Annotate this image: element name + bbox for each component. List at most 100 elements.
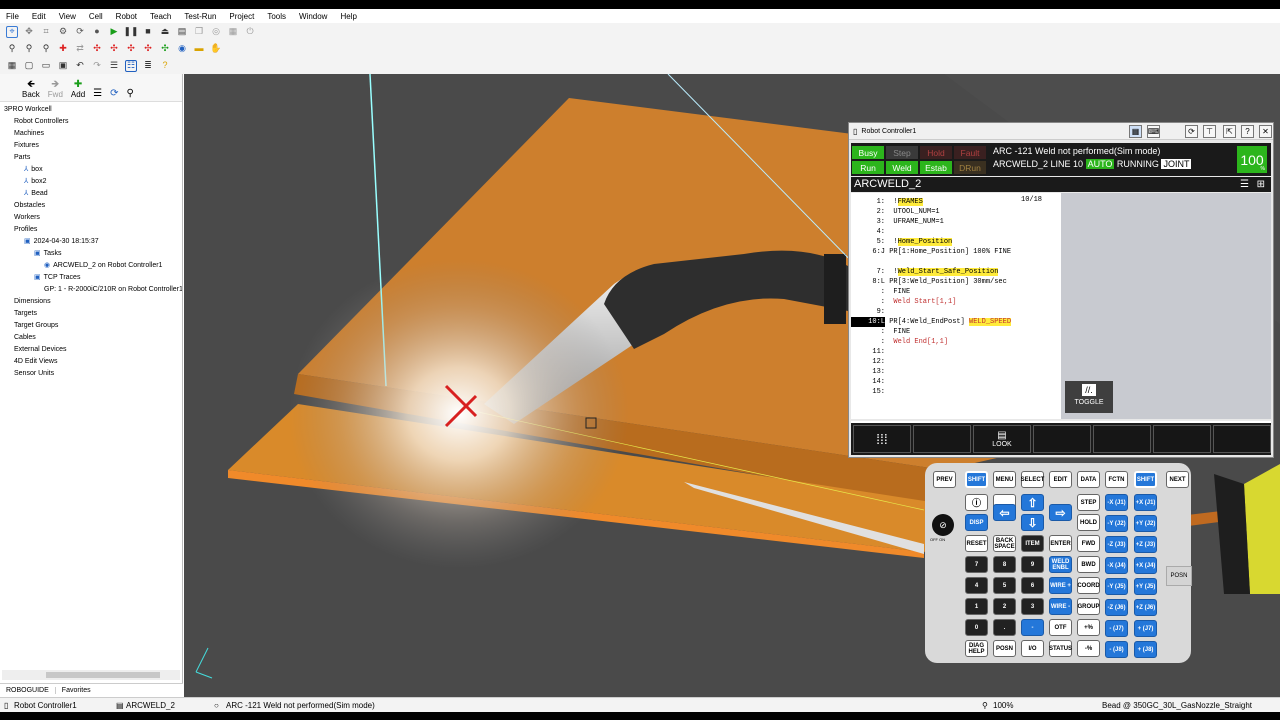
key-jog-zp[interactable]: +Z (J3)	[1134, 536, 1157, 553]
menu-item-help[interactable]: Help	[340, 12, 356, 21]
popout-button[interactable]: ⇱	[1223, 125, 1236, 138]
key-n9[interactable]: 9	[1021, 556, 1044, 573]
select-icon[interactable]: ⌖	[6, 25, 18, 38]
f-key-5[interactable]	[1153, 425, 1211, 453]
help-icon[interactable]: ?	[159, 60, 171, 72]
key-otf[interactable]: OTF	[1049, 619, 1072, 636]
key-backspace[interactable]: BACK SPACE	[993, 535, 1016, 552]
key-posn[interactable]: POSN	[993, 640, 1016, 657]
hand-icon[interactable]: ✋	[210, 43, 222, 55]
program-line-row[interactable]: 3: UFRAME_NUM=1	[851, 217, 944, 227]
key-jog-zm[interactable]: -Z (J3)	[1105, 536, 1128, 553]
tree-item[interactable]: Profiles	[0, 224, 182, 236]
key-jog-ym[interactable]: -Y (J2)	[1105, 515, 1128, 532]
tree-item[interactable]: External Devices	[0, 344, 182, 356]
key-bwd[interactable]: BWD	[1077, 556, 1100, 573]
key-n0[interactable]: 0	[965, 619, 988, 636]
pendant-view-button[interactable]: ▦	[1129, 125, 1142, 138]
undo-icon[interactable]: ↶	[74, 60, 86, 72]
key-jog-xp[interactable]: +X (J1)	[1134, 494, 1157, 511]
key-shift[interactable]: SHIFT	[965, 471, 988, 488]
tree-item[interactable]: Fixtures	[0, 140, 182, 152]
f-key-4[interactable]	[1093, 425, 1151, 453]
copy-icon[interactable]: ❐	[193, 26, 205, 38]
path-icon[interactable]: ✣	[159, 43, 171, 55]
tree-item[interactable]: Obstacles	[0, 200, 182, 212]
key-group[interactable]: GROUP	[1077, 598, 1100, 615]
key-left-arrow[interactable]: ⇦	[993, 504, 1016, 521]
forward-button[interactable]: 🡺 Fwd	[48, 80, 63, 100]
menu-item-view[interactable]: View	[59, 12, 76, 21]
tree-item[interactable]: Machines	[0, 128, 182, 140]
program-line-row[interactable]: : Weld End[1,1]	[851, 337, 948, 347]
jog-world-icon[interactable]: ✣	[142, 43, 154, 55]
tree-item[interactable]: Sensor Units	[0, 368, 182, 380]
list-icon[interactable]: ≣	[142, 60, 154, 72]
eject-icon[interactable]: ⏏	[159, 26, 171, 38]
key-up-arrow[interactable]: ⇧	[1021, 494, 1044, 511]
toggle-button[interactable]: //. TOGGLE	[1065, 381, 1113, 413]
program-listing[interactable]: 10/18 1: !FRAMES 2: UTOOL_NUM=1 3: UFRAME_…	[851, 193, 1061, 419]
back-button[interactable]: 🡸 Back	[22, 80, 40, 100]
program-line-row[interactable]: 8:L PR[3:Weld_Position] 30mm/sec	[851, 277, 1006, 287]
program-line-row[interactable]: 13:	[851, 367, 885, 377]
stop-icon[interactable]: ■	[142, 26, 154, 38]
program-line-row[interactable]: 5: !Home_Position	[851, 237, 953, 247]
frame-icon[interactable]: ✚	[57, 43, 69, 55]
program-line-row[interactable]: : FINE	[851, 287, 910, 297]
program-line-row[interactable]: 2: UTOOL_NUM=1	[851, 207, 940, 217]
key-wire-plus[interactable]: WIRE +	[1049, 577, 1072, 594]
zoom-fit-icon[interactable]: ⚲	[40, 43, 52, 55]
program-line-row[interactable]: 9:	[851, 307, 885, 317]
key-jog-j7m[interactable]: - (J7)	[1105, 620, 1128, 637]
pause-icon[interactable]: ❚❚	[123, 26, 138, 38]
key-jog-j6p[interactable]: +Z (J6)	[1134, 599, 1157, 616]
menu-item-robot[interactable]: Robot	[116, 12, 137, 21]
key-jog-j6m[interactable]: -Z (J6)	[1105, 599, 1128, 616]
menu-item-edit[interactable]: Edit	[32, 12, 46, 21]
program-line-row[interactable]: 15:	[851, 387, 885, 397]
close-icon[interactable]: ✕	[1259, 125, 1272, 138]
key-diag-help[interactable]: DIAG HELP	[965, 640, 988, 657]
tab-roboguide[interactable]: ROBOGUIDE	[0, 687, 56, 694]
tree-item[interactable]: ▣ Tasks	[0, 248, 182, 260]
program-line-row[interactable]: : FINE	[851, 327, 910, 337]
scroll-thumb[interactable]	[46, 672, 160, 678]
key-jog-j7p[interactable]: + (J7)	[1134, 620, 1157, 637]
tree-item[interactable]: Dimensions	[0, 296, 182, 308]
key-fctn[interactable]: FCTN	[1105, 471, 1128, 488]
save-icon[interactable]: ▣	[57, 60, 69, 72]
f-key-6[interactable]	[1213, 425, 1271, 453]
grid-icon[interactable]: ▦	[227, 26, 239, 38]
move-icon[interactable]: ✥	[23, 26, 35, 38]
program-line-row[interactable]: 14:	[851, 377, 885, 387]
key-item[interactable]: ITEM	[1021, 535, 1044, 552]
robot-icon[interactable]: ⚙	[57, 26, 69, 38]
key-jog-j4m[interactable]: -X (J4)	[1105, 557, 1128, 574]
tree-item[interactable]: Robot Controllers	[0, 116, 182, 128]
key-menu[interactable]: MENU	[993, 471, 1016, 488]
tree-item[interactable]: 3PRO Workcell	[0, 104, 182, 116]
program-line-row[interactable]: : Weld Start[1,1]	[851, 297, 957, 307]
key-wire-minus[interactable]: WIRE -	[1049, 598, 1072, 615]
menu-item-teach[interactable]: Teach	[150, 12, 171, 21]
program-line-row[interactable]: 10:L PR[4:Weld_EndPost] WELD_SPEED	[851, 317, 1012, 327]
help-button[interactable]: ?	[1241, 125, 1254, 138]
key-step[interactable]: STEP	[1077, 494, 1100, 511]
split-view-icon[interactable]: ⊞	[1257, 177, 1265, 192]
program-line-row[interactable]: 4:	[851, 227, 885, 237]
tree-view-button[interactable]: ☰	[93, 89, 102, 99]
on-off-icon[interactable]: ⏻	[244, 26, 256, 38]
jog-tool-icon[interactable]: ✣	[108, 43, 120, 55]
program-line-row[interactable]: 12:	[851, 357, 885, 367]
key-dot[interactable]: .	[993, 619, 1016, 636]
tree-item[interactable]: ▣ TCP Traces	[0, 272, 182, 284]
play-icon[interactable]: ▶	[108, 26, 120, 38]
key-minus[interactable]: -	[1021, 619, 1044, 636]
panel-icon[interactable]: ▤	[176, 26, 188, 38]
off-on-switch-icon[interactable]: ⊘	[932, 514, 954, 536]
cycle-icon[interactable]: ⟳	[74, 26, 86, 38]
menu-item-tools[interactable]: Tools	[267, 12, 286, 21]
key-weld-enable[interactable]: WELD ENBL	[1049, 556, 1072, 573]
key-jog-j8m[interactable]: - (J8)	[1105, 641, 1128, 658]
